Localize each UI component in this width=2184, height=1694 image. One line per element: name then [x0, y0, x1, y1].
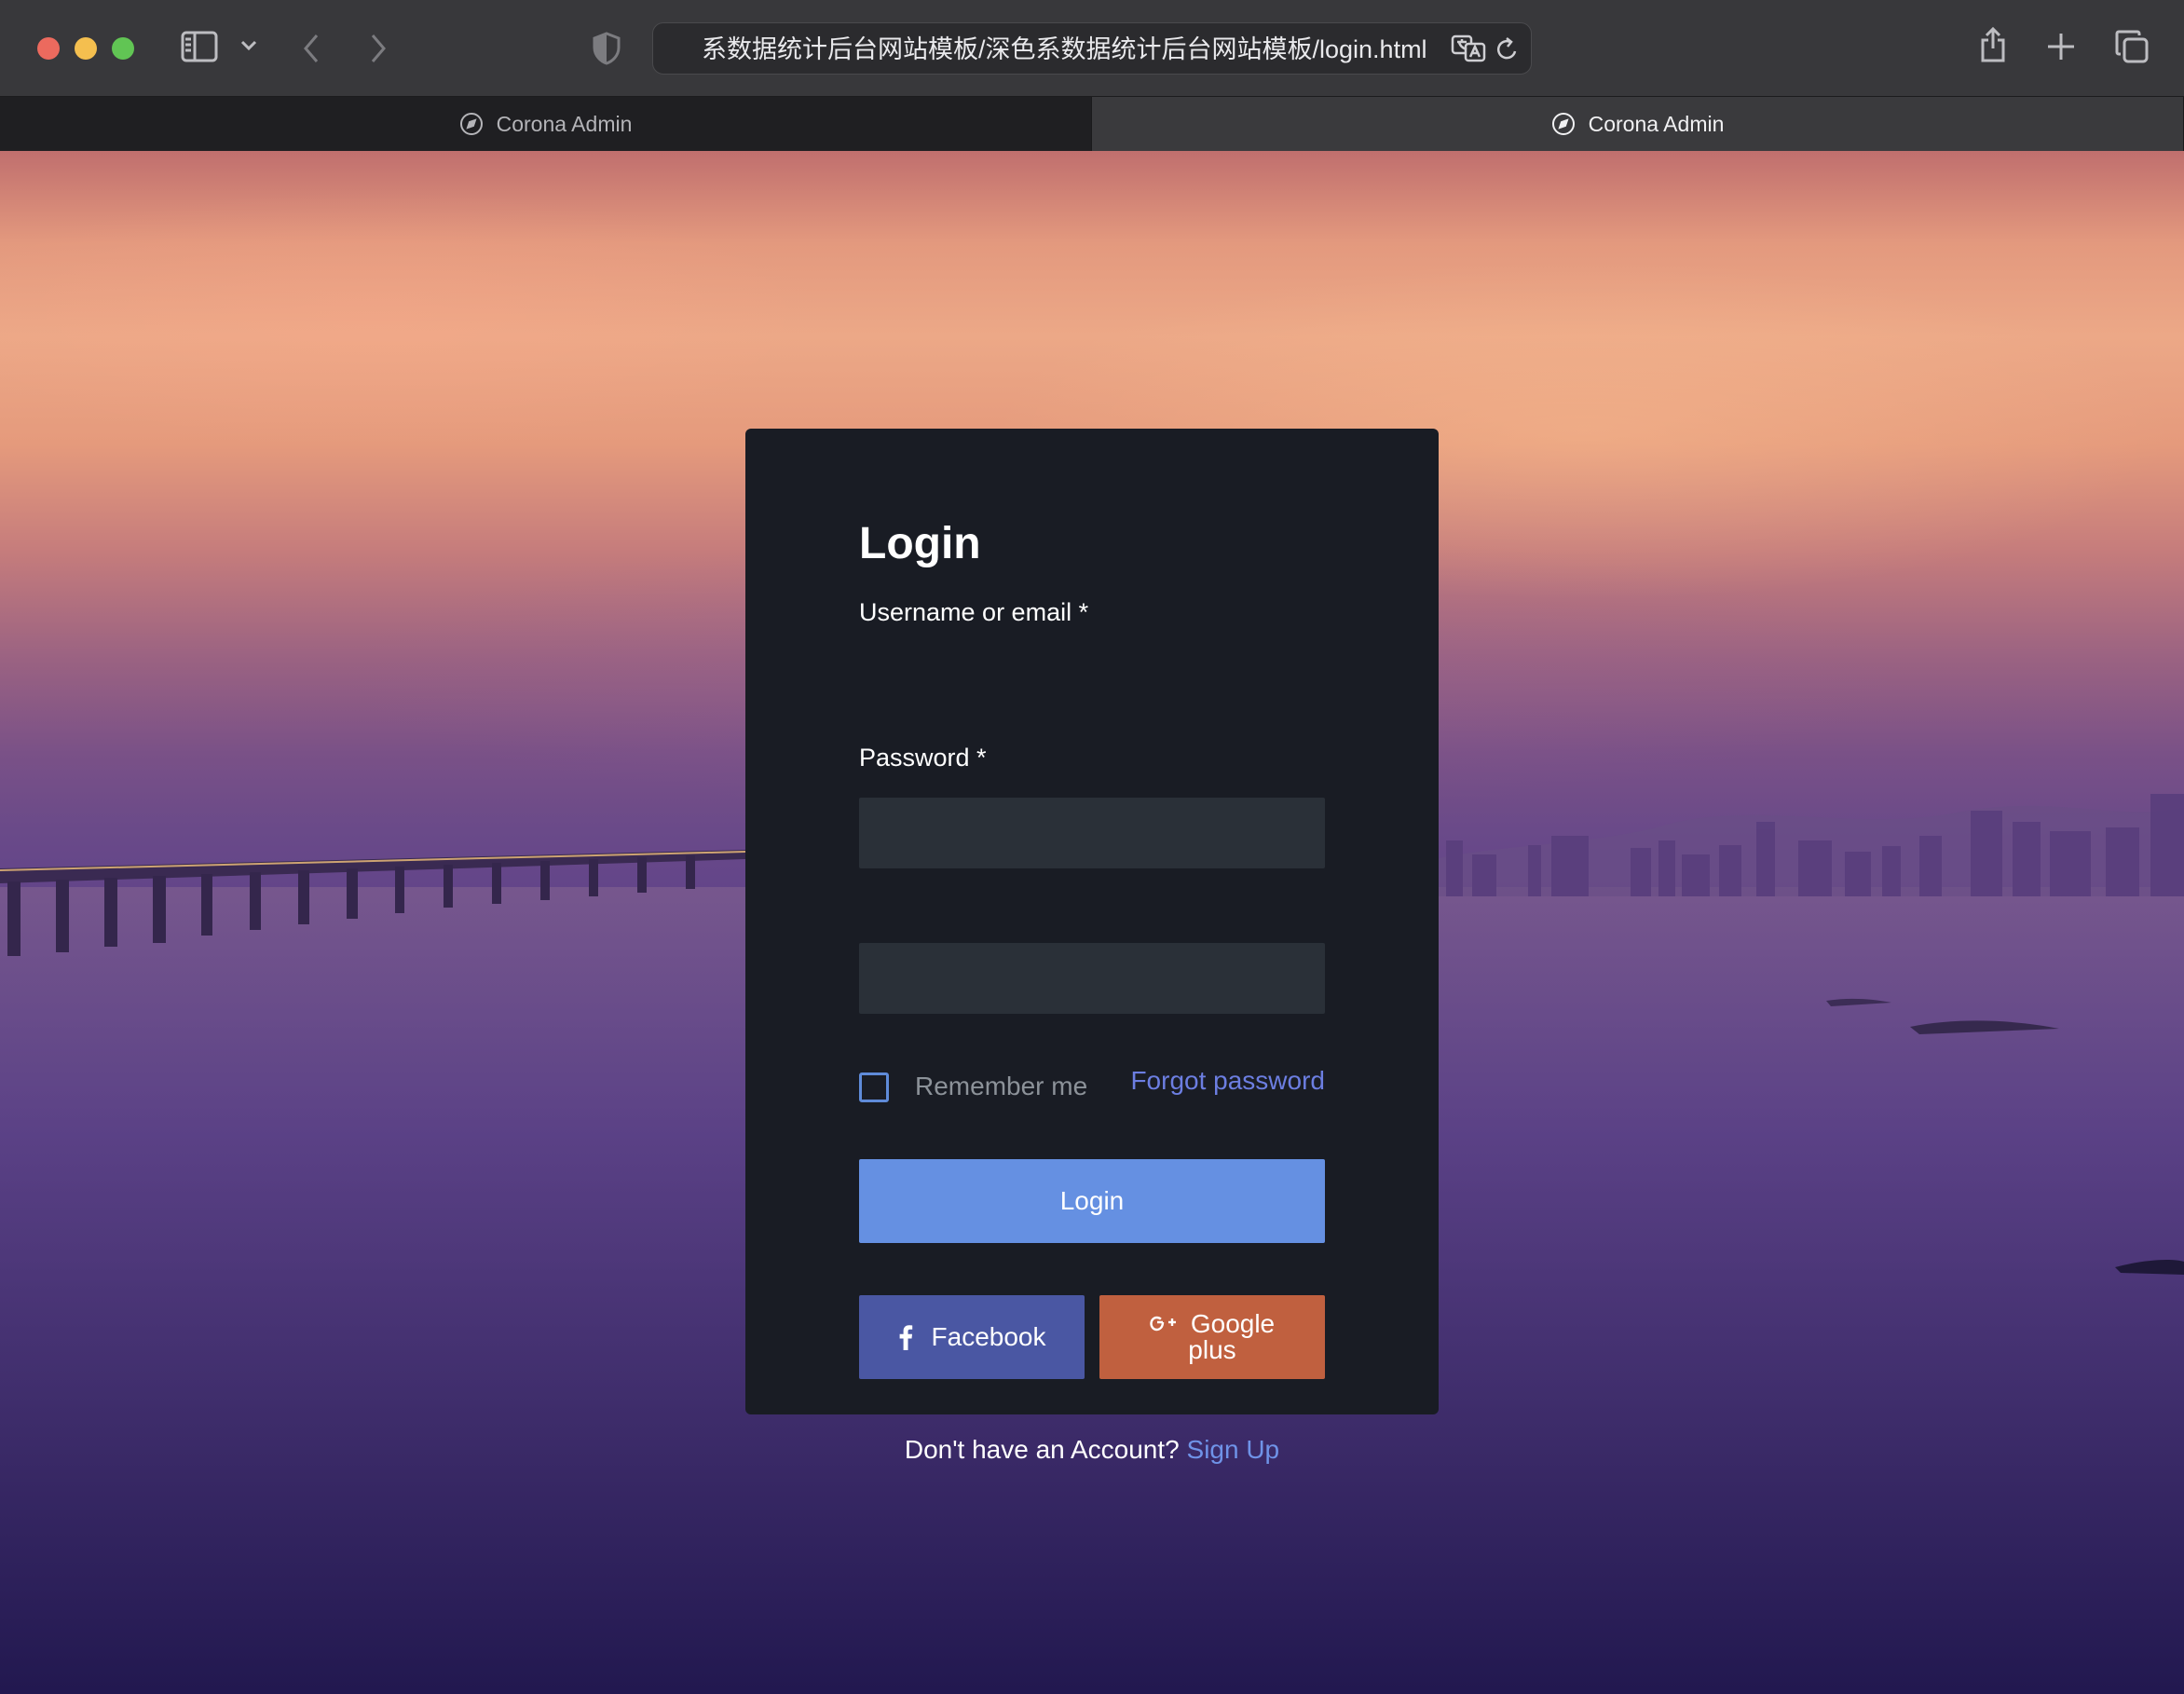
compass-icon — [459, 113, 483, 135]
zoom-window-button[interactable] — [112, 37, 134, 60]
tab-overview-icon[interactable] — [2115, 30, 2149, 63]
facebook-f-icon — [899, 1325, 912, 1350]
facebook-login-button[interactable]: Facebook — [859, 1295, 1085, 1379]
tab-corona-admin-1[interactable]: Corona Admin — [0, 97, 1092, 151]
password-label: Password * — [859, 744, 987, 772]
remember-row: Remember me Forgot password — [859, 1066, 1325, 1103]
forward-icon[interactable] — [369, 34, 388, 63]
compass-icon — [1551, 113, 1575, 135]
password-input[interactable] — [859, 943, 1325, 1014]
login-card: Login Username or email * Password * Rem… — [745, 429, 1439, 1464]
back-icon[interactable] — [302, 34, 321, 63]
tab-corona-admin-2[interactable]: Corona Admin — [1092, 97, 2184, 151]
forgot-password-link[interactable]: Forgot password — [1130, 1066, 1325, 1096]
tab-bar: Corona Admin Corona Admin — [0, 97, 2184, 151]
username-input[interactable] — [859, 798, 1325, 868]
chevron-down-icon[interactable] — [240, 39, 257, 52]
remember-me-label[interactable]: Remember me — [915, 1072, 1087, 1101]
login-button[interactable]: Login — [859, 1159, 1325, 1243]
signup-link[interactable]: Sign Up — [1187, 1435, 1280, 1464]
reload-icon[interactable] — [1495, 36, 1520, 62]
url-text: 系数据统计后台网站模板/深色系数据统计后台网站模板/login.html — [702, 35, 1427, 63]
tab-label: Corona Admin — [1588, 111, 1725, 136]
browser-toolbar: 系数据统计后台网站模板/深色系数据统计后台网站模板/login.html — [0, 0, 2184, 97]
facebook-label: Facebook — [931, 1322, 1046, 1351]
new-tab-icon[interactable] — [2046, 32, 2076, 61]
username-label: Username or email * — [859, 598, 1089, 626]
signup-row: Don't have an Account? Sign Up — [859, 1435, 1325, 1465]
remember-me-checkbox[interactable] — [859, 1072, 889, 1102]
close-window-button[interactable] — [37, 37, 60, 60]
google-label-line1: Google — [1190, 1309, 1276, 1338]
google-label-line2: plus — [1188, 1335, 1236, 1364]
login-title: Login — [859, 519, 981, 568]
tab-label: Corona Admin — [496, 111, 633, 136]
address-bar[interactable]: 系数据统计后台网站模板/深色系数据统计后台网站模板/login.html — [652, 22, 1532, 75]
google-plus-icon — [1150, 1316, 1176, 1332]
share-icon[interactable] — [1979, 26, 2007, 63]
signup-prompt: Don't have an Account? — [904, 1435, 1180, 1464]
translate-icon[interactable] — [1451, 34, 1486, 62]
sidebar-toggle-icon[interactable] — [181, 30, 218, 63]
minimize-window-button[interactable] — [75, 37, 97, 60]
google-plus-login-button[interactable]: Google plus — [1099, 1295, 1325, 1379]
login-page: Login Username or email * Password * Rem… — [0, 151, 2184, 1694]
privacy-shield-icon[interactable] — [593, 32, 621, 65]
